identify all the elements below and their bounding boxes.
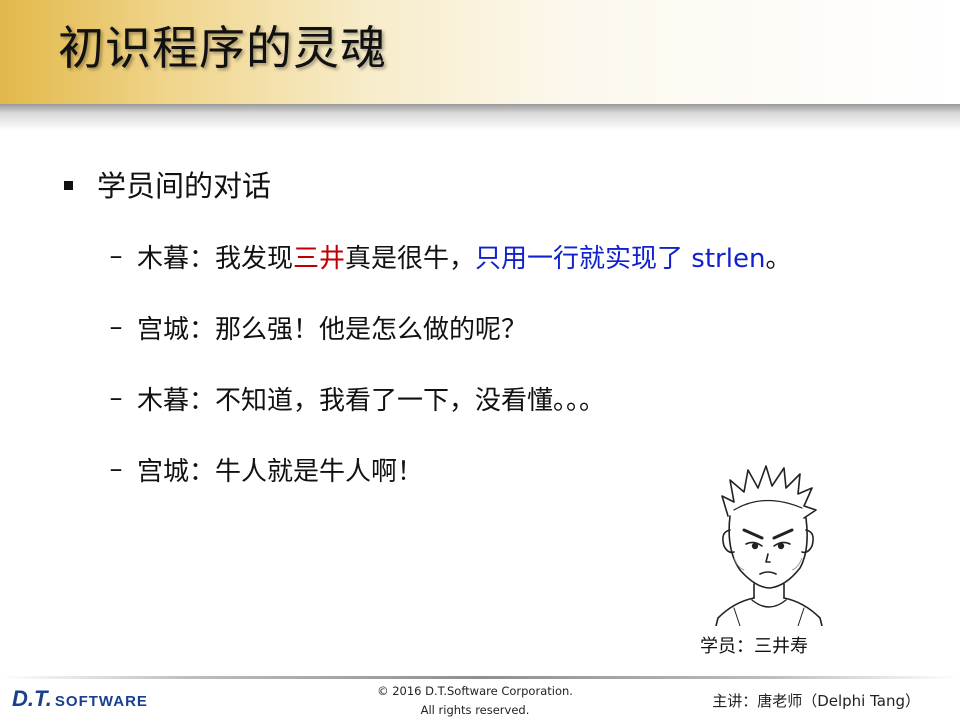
dash-icon: – [109,241,123,271]
dialogue-segment: 宫城：牛人就是牛人啊！ [137,456,424,487]
copyright-line-2: All rights reserved. [420,703,530,717]
dialogue-segment-red: 三井 [293,243,346,274]
dialogue-line-3: – 木暮：不知道，我看了一下，没看懂。。。 [107,378,606,418]
square-bullet-icon [64,180,73,190]
company-logo: D.T. SOFTWARE [12,686,148,712]
dialogue-segment: 真是很牛， [345,243,476,274]
dialogue-segment: 。 [765,243,792,274]
slide-title: 初识程序的灵魂 [58,21,387,75]
dash-icon: – [109,454,123,484]
logo-mark: D.T. [12,686,52,711]
copyright-line-1: © 2016 D.T.Software Corporation. [377,684,573,698]
dialogue-segment-blue: 只用一行就实现了 strlen [475,243,766,274]
dialogue-segment: 木暮：不知道，我看了一下，没看懂。。。 [137,385,606,416]
dialogue-line-1: – 木暮：我发现 三井 真是很牛， 只用一行就实现了 strlen。 [107,236,792,276]
logo-suffix: SOFTWARE [54,693,148,710]
copyright-notice: © 2016 D.T.Software Corporation. All rig… [330,682,620,720]
dialogue-line-4: – 宫城：牛人就是牛人啊！ [107,449,424,489]
student-portrait-sketch [704,458,834,627]
footer-divider [0,676,960,679]
dialogue-segment: 木暮：我发现 [137,243,294,274]
portrait-caption: 学员：三井寿 [700,636,808,657]
dialogue-segment: 宫城：那么强！他是怎么做的呢？ [137,314,528,345]
bullet-text: 学员间的对话 [97,169,272,203]
dash-icon: – [109,312,123,342]
lecturer-credit: 主讲：唐老师（Delphi Tang） [712,692,920,710]
bullet-item: 学员间的对话 [64,164,271,204]
dialogue-line-2: – 宫城：那么强！他是怎么做的呢？ [107,307,528,347]
dash-icon: – [109,383,123,413]
